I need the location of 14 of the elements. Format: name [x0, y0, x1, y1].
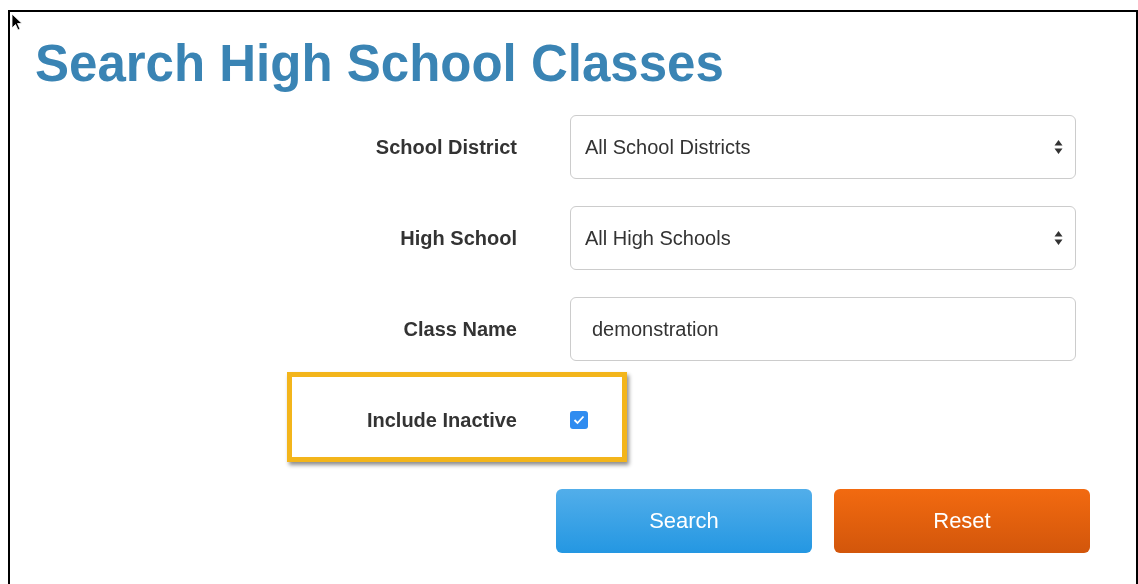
check-icon — [573, 415, 585, 425]
checkbox[interactable] — [570, 411, 588, 429]
mouse-cursor-icon — [11, 13, 23, 31]
reset-button[interactable]: Reset — [834, 489, 1090, 553]
dropdown[interactable]: All High Schools — [570, 206, 1076, 270]
dropdown[interactable]: All School Districts — [570, 115, 1076, 179]
page-title: Search High School Classes — [35, 34, 724, 94]
sort-arrows-icon — [1054, 230, 1063, 246]
field-label: High School — [400, 226, 517, 250]
input-field[interactable]: demonstration — [570, 297, 1076, 361]
field-label: Include Inactive — [366, 408, 517, 432]
sort-arrows-icon — [1054, 139, 1063, 155]
field-label: Class Name — [403, 317, 517, 341]
field-label: School District — [375, 135, 517, 159]
